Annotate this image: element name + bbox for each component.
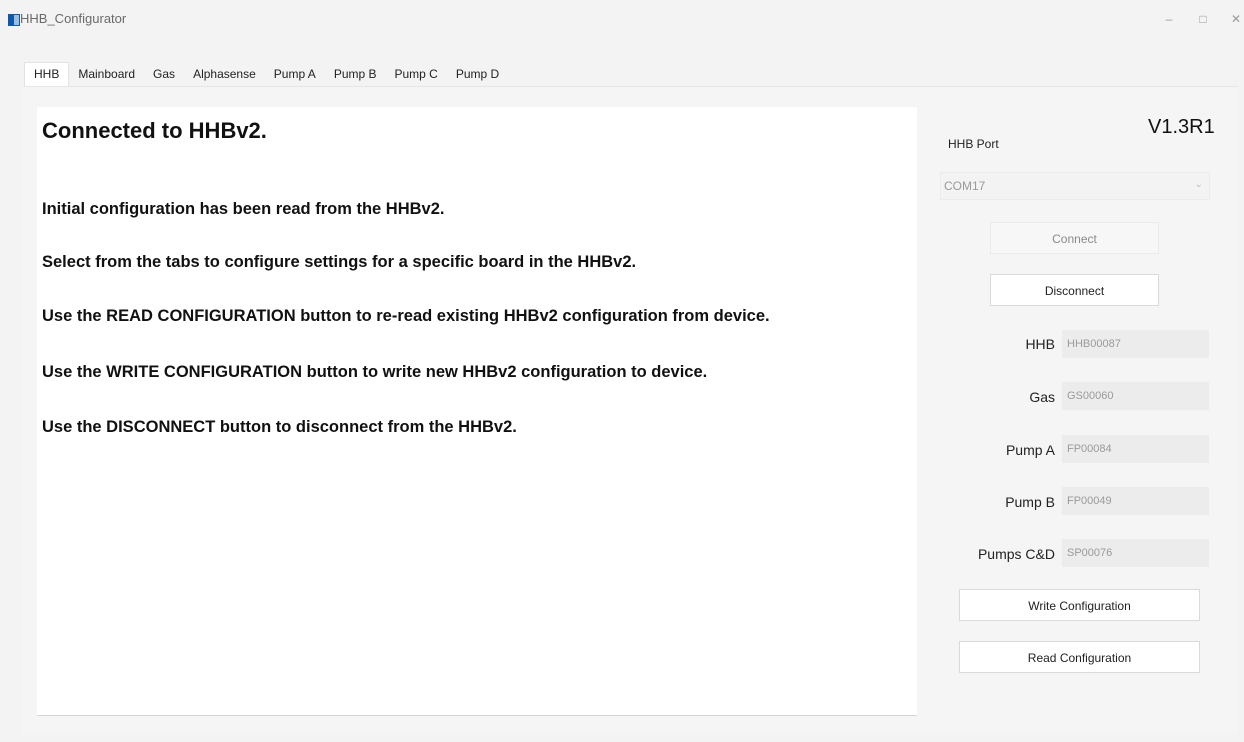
read-configuration-button[interactable]: Read Configuration xyxy=(959,641,1200,673)
tab-gas[interactable]: Gas xyxy=(144,63,185,86)
info-message: Use the DISCONNECT button to disconnect … xyxy=(42,418,517,436)
hhb-id-field[interactable]: HHB00087 xyxy=(1062,330,1209,358)
version-label: V1.3R1 xyxy=(1148,116,1215,138)
minimize-icon[interactable]: – xyxy=(1158,8,1180,30)
app-icon xyxy=(8,14,20,26)
tab-divider xyxy=(24,86,1238,87)
gas-id-field[interactable]: GS00060 xyxy=(1062,382,1209,410)
tab-bar: HHB Mainboard Gas Alphasense Pump A Pump… xyxy=(24,62,509,86)
tab-alphasense[interactable]: Alphasense xyxy=(184,63,265,86)
tab-pump-d[interactable]: Pump D xyxy=(446,63,509,86)
status-headline: Connected to HHBv2. xyxy=(42,118,267,143)
connect-button[interactable]: Connect xyxy=(990,222,1159,254)
tab-mainboard[interactable]: Mainboard xyxy=(69,63,145,86)
info-message: Use the READ CONFIGURATION button to re-… xyxy=(42,307,770,325)
tab-pump-a[interactable]: Pump A xyxy=(264,63,325,86)
port-dropdown[interactable]: COM17 ⌄ xyxy=(940,172,1210,200)
port-label: HHB Port xyxy=(948,137,999,151)
pumps-cd-id-label: Pumps C&D xyxy=(977,546,1055,562)
pumps-cd-id-field[interactable]: SP00076 xyxy=(1062,539,1209,567)
app-window: HHB_Configurator – □ ✕ HHB Mainboard Gas… xyxy=(0,0,1244,742)
info-message: Initial configuration has been read from… xyxy=(42,200,445,218)
write-configuration-button[interactable]: Write Configuration xyxy=(959,589,1200,621)
maximize-icon[interactable]: □ xyxy=(1192,8,1214,30)
message-panel xyxy=(37,107,917,716)
port-value: COM17 xyxy=(944,179,986,193)
chevron-down-icon: ⌄ xyxy=(1194,179,1203,190)
tab-pump-c[interactable]: Pump C xyxy=(385,63,447,86)
close-icon[interactable]: ✕ xyxy=(1225,8,1244,30)
disconnect-button[interactable]: Disconnect xyxy=(990,274,1159,306)
hhb-id-label: HHB xyxy=(1025,336,1055,352)
title-bar: HHB_Configurator – □ ✕ xyxy=(0,0,1244,38)
pump-a-id-label: Pump A xyxy=(1005,442,1055,458)
pump-b-id-label: Pump B xyxy=(1005,494,1055,510)
tab-pump-b[interactable]: Pump B xyxy=(324,63,386,86)
gas-id-label: Gas xyxy=(1029,389,1055,405)
info-message: Use the WRITE CONFIGURATION button to wr… xyxy=(42,363,708,381)
tab-hhb[interactable]: HHB xyxy=(24,62,70,86)
pump-b-id-field[interactable]: FP00049 xyxy=(1062,487,1209,515)
window-title: HHB_Configurator xyxy=(20,11,127,26)
info-message: Select from the tabs to configure settin… xyxy=(42,253,637,271)
pump-a-id-field[interactable]: FP00084 xyxy=(1062,435,1209,463)
